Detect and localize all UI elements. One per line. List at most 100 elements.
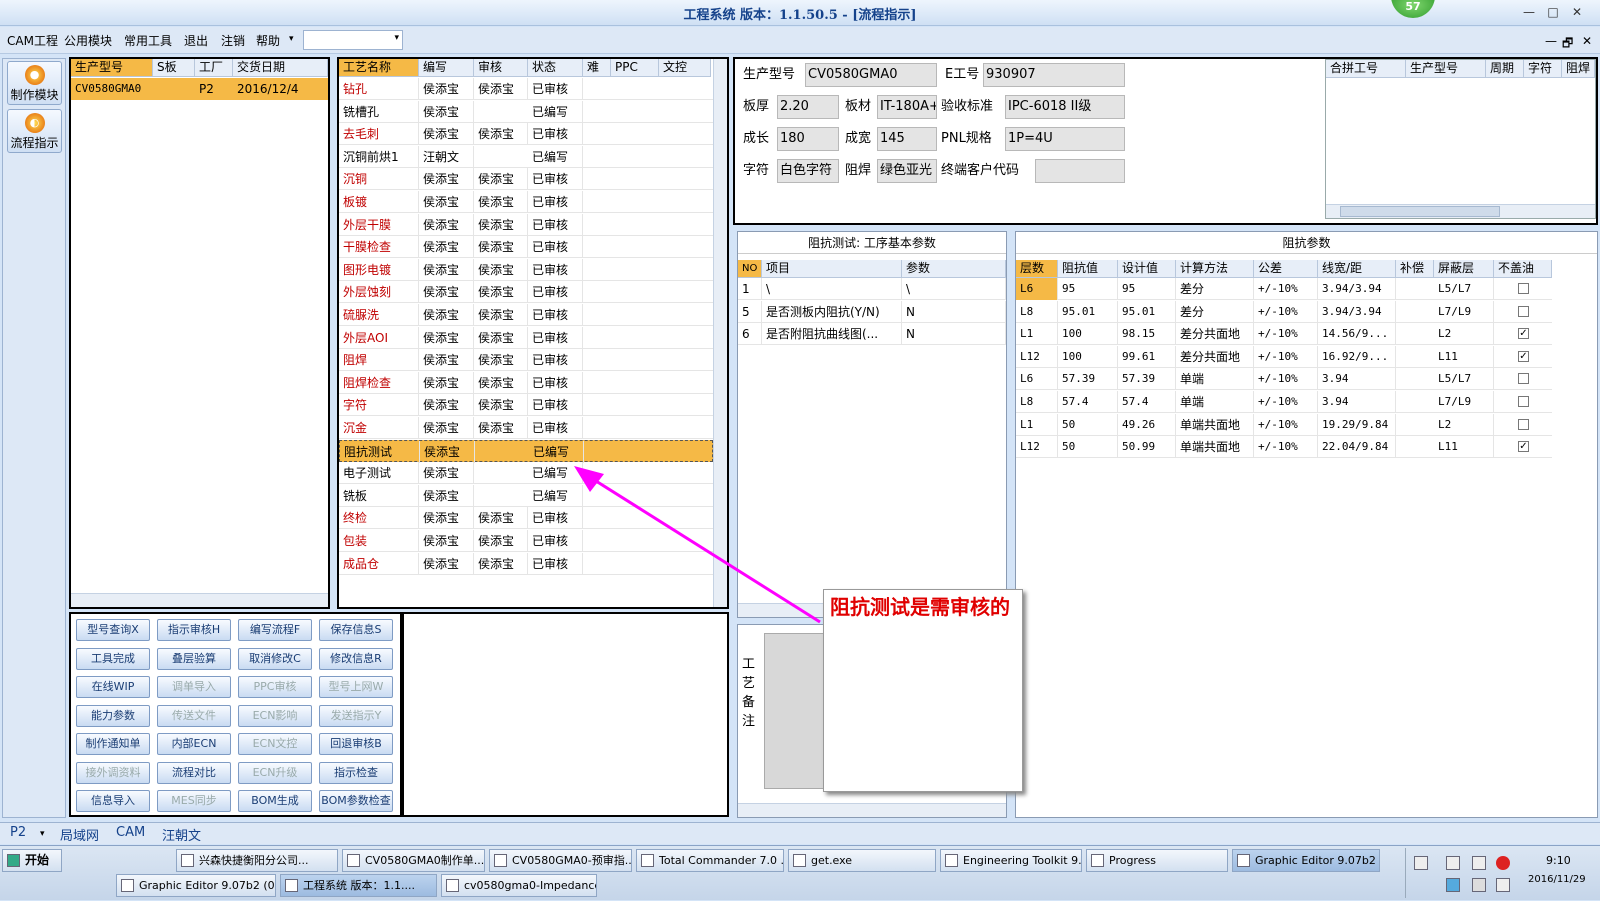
col-header-mask[interactable]: 阻焊 xyxy=(1562,60,1595,78)
impedance-col-header[interactable]: 阻抗值 xyxy=(1058,260,1118,278)
action-button[interactable]: MES同步 xyxy=(157,790,231,812)
tray-icon[interactable] xyxy=(1446,878,1460,892)
table-row[interactable]: 去毛刺 侯添宝 侯添宝 已审核 xyxy=(339,123,713,146)
table-row[interactable]: 硫脲洗 侯添宝 侯添宝 已审核 xyxy=(339,304,713,326)
nav-production-module[interactable]: ● 制作模块 xyxy=(7,61,62,105)
table-row[interactable]: 阻焊检查 侯添宝 侯添宝 已审核 xyxy=(339,371,713,394)
volume-icon[interactable] xyxy=(1472,878,1486,892)
table-row[interactable]: 外层蚀刻 侯添宝 侯添宝 已审核 xyxy=(339,281,713,304)
col-header-difficulty[interactable]: 难 xyxy=(583,59,611,77)
action-button[interactable]: 能力参数 xyxy=(76,704,150,727)
impedance-col-header[interactable]: 层数 xyxy=(1016,260,1058,278)
minimize-button[interactable]: — xyxy=(1518,3,1540,21)
menu-logout[interactable]: 注销 xyxy=(221,32,245,49)
remarks-hscroll[interactable] xyxy=(738,803,1006,817)
col-header-cycle[interactable]: 周期 xyxy=(1486,60,1524,78)
combo-chevron-icon[interactable]: ▾ xyxy=(394,33,399,43)
no-cover-checkbox[interactable] xyxy=(1518,418,1529,430)
action-button[interactable]: PPC审核 xyxy=(238,676,312,698)
no-cover-checkbox[interactable] xyxy=(1518,373,1529,385)
table-row[interactable]: 阻焊 侯添宝 侯添宝 已审核 xyxy=(339,349,713,372)
tray-icon[interactable] xyxy=(1472,856,1486,870)
table-row[interactable]: 字符 侯添宝 侯添宝 已审核 xyxy=(339,394,713,417)
plant-selector[interactable]: P2 xyxy=(10,825,26,840)
col-header-model[interactable]: 生产型号 xyxy=(71,59,153,77)
impedance-col-header[interactable]: 不盖油 xyxy=(1494,260,1552,278)
action-button[interactable]: 型号查询X xyxy=(76,619,150,641)
action-button[interactable]: 编写流程F xyxy=(238,619,312,641)
action-button[interactable]: 取消修改C xyxy=(238,647,312,670)
table-row[interactable]: 沉铜前烘1 汪朝文 已编写 xyxy=(339,145,713,168)
plant-chevron-icon[interactable]: ▾ xyxy=(40,829,45,839)
action-button[interactable]: 流程对比 xyxy=(157,761,231,784)
action-button[interactable]: 指示检查 xyxy=(319,761,393,784)
field-thickness[interactable]: 2.20 xyxy=(777,95,839,119)
col-header-delivery[interactable]: 交货日期 xyxy=(233,59,328,77)
maximize-button[interactable]: □ xyxy=(1542,3,1564,21)
field-width[interactable]: 145 xyxy=(877,127,937,151)
tray-icon[interactable] xyxy=(1414,856,1428,870)
action-button[interactable]: ECN升级 xyxy=(238,761,312,784)
action-button[interactable]: BOM生成 xyxy=(238,790,312,812)
no-cover-checkbox[interactable] xyxy=(1518,396,1529,407)
remarks-textarea[interactable] xyxy=(764,633,824,789)
col-header-s[interactable]: S板 xyxy=(153,59,195,77)
menu-cam[interactable]: CAM工程 xyxy=(7,32,58,49)
table-row[interactable]: CV0580GMA0 P2 2016/12/4 xyxy=(71,78,328,100)
action-button[interactable]: 信息导入 xyxy=(76,790,150,812)
action-button[interactable]: 制作通知单 xyxy=(76,733,150,755)
col-header-param[interactable]: 参数 xyxy=(902,260,1006,278)
table-row[interactable]: 板镀 侯添宝 侯添宝 已审核 xyxy=(339,191,713,213)
impedance-col-header[interactable]: 设计值 xyxy=(1118,260,1176,278)
impedance-col-header[interactable]: 补偿 xyxy=(1396,260,1434,278)
col-header-ppc[interactable]: PPC xyxy=(611,59,659,77)
col-header-silk[interactable]: 字符 xyxy=(1524,60,1562,78)
table-row[interactable]: L6 57.39 57.39 单端 +/-10% 3.94 L5/L7 xyxy=(1016,368,1552,391)
col-header-merge-no[interactable]: 合拼工号 xyxy=(1326,60,1406,78)
table-row[interactable]: 沉铜 侯添宝 侯添宝 已审核 xyxy=(339,168,713,191)
table-row[interactable]: L1 50 49.26 单端共面地 +/-10% 19.29/9.84 L2 xyxy=(1016,413,1552,436)
tray-icon[interactable] xyxy=(1446,856,1460,870)
table-row[interactable]: 阻抗测试 侯添宝 已编写 xyxy=(339,439,713,463)
menu-tools[interactable]: 常用工具 xyxy=(124,32,172,49)
table-row[interactable]: 铣槽孔 侯添宝 已编写 xyxy=(339,100,713,123)
field-silkscreen[interactable]: 白色字符 xyxy=(777,159,839,183)
table-row[interactable]: 1 \ \ xyxy=(738,278,1006,300)
mdi-restore-button[interactable]: 🗗 xyxy=(1562,34,1573,55)
field-length[interactable]: 180 xyxy=(777,127,839,151)
no-cover-checkbox[interactable] xyxy=(1518,305,1529,317)
action-button[interactable]: 传送文件 xyxy=(157,704,231,727)
action-button[interactable]: 接外调资料 xyxy=(76,761,150,784)
merge-hscroll[interactable] xyxy=(1326,204,1595,218)
action-button[interactable]: 内部ECN xyxy=(157,733,231,755)
menu-common-modules[interactable]: 公用模块 xyxy=(64,32,112,49)
action-button[interactable]: 指示审核H xyxy=(157,619,231,641)
impedance-col-header[interactable]: 屏蔽层 xyxy=(1434,260,1494,278)
action-button[interactable]: 发送指示Y xyxy=(319,704,393,727)
action-button[interactable]: 修改信息R xyxy=(319,647,393,670)
table-row[interactable]: 钻孔 侯添宝 侯添宝 已审核 xyxy=(339,78,713,100)
impedance-col-header[interactable]: 计算方法 xyxy=(1176,260,1254,278)
col-header-merge-model[interactable]: 生产型号 xyxy=(1406,60,1486,78)
col-header-item[interactable]: 项目 xyxy=(762,260,902,278)
menu-exit[interactable]: 退出 xyxy=(184,32,208,49)
field-soldermask[interactable]: 绿色亚光 xyxy=(877,159,937,183)
col-header-process[interactable]: 工艺名称 xyxy=(339,59,419,77)
field-customer-code[interactable] xyxy=(1035,159,1125,183)
action-button[interactable]: 在线WIP xyxy=(76,676,150,698)
action-button[interactable]: ECN影响 xyxy=(238,704,312,727)
action-button[interactable]: BOM参数检查 xyxy=(319,790,393,812)
nav-process-guide[interactable]: ◐ 流程指示 xyxy=(7,109,62,153)
taskbar-button[interactable]: cv0580gma0-Impedance... xyxy=(441,874,597,897)
table-row[interactable]: 外层干膜 侯添宝 侯添宝 已审核 xyxy=(339,213,713,236)
table-row[interactable]: 5 是否测板内阻抗(Y/N) N xyxy=(738,300,1006,323)
table-row[interactable]: 外层AOI 侯添宝 侯添宝 已审核 xyxy=(339,326,713,349)
scroll-thumb[interactable] xyxy=(1340,206,1500,217)
col-header-no[interactable]: NO xyxy=(738,260,762,278)
table-row[interactable]: 沉金 侯添宝 侯添宝 已审核 xyxy=(339,417,713,439)
menu-help[interactable]: 帮助 xyxy=(256,32,280,49)
action-button[interactable]: 叠层验算 xyxy=(157,647,231,670)
table-row[interactable]: L12 50 50.99 单端共面地 +/-10% 22.04/9.84 L11 ✓ xyxy=(1016,436,1552,459)
table-row[interactable]: L1 100 98.15 差分共面地 +/-10% 14.56/9... L2 ✓ xyxy=(1016,323,1552,346)
field-eno[interactable]: 930907 xyxy=(983,63,1125,87)
